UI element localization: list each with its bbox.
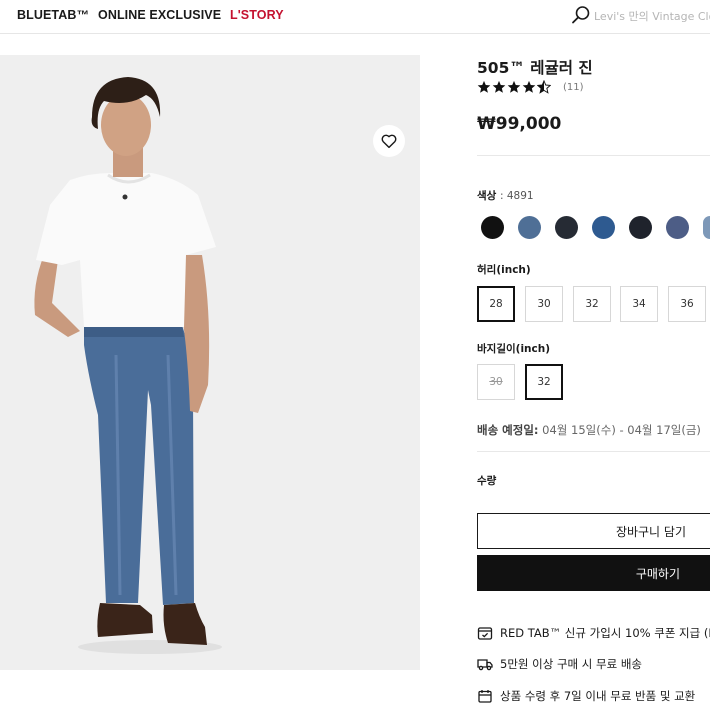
benefit-item: 상품 수령 후 7일 이내 무료 반품 및 교환 (477, 687, 695, 705)
star-icon (477, 80, 491, 93)
quantity-label: 수량 (477, 475, 497, 487)
wishlist-button[interactable] (373, 125, 405, 157)
waist-option-28[interactable]: 28 (477, 286, 515, 322)
color-swatch[interactable] (666, 216, 689, 239)
color-swatch[interactable] (555, 216, 578, 239)
star-icon (507, 80, 521, 93)
waist-option-36[interactable]: 36 (668, 286, 706, 322)
delivery-dates: 04월 15일(수) - 04월 17일(금) (542, 423, 701, 437)
color-swatch[interactable] (481, 216, 504, 239)
truck-icon (477, 659, 493, 671)
color-swatch[interactable] (592, 216, 615, 239)
waist-option-30[interactable]: 30 (525, 286, 563, 322)
waist-option-32[interactable]: 32 (573, 286, 611, 322)
delivery-estimate: 배송 예정일: 04월 15일(수) - 04월 17일(금) (477, 422, 701, 438)
calendar-icon (478, 690, 492, 703)
color-swatch[interactable] (518, 216, 541, 239)
divider (477, 155, 710, 156)
color-swatch[interactable] (629, 216, 652, 239)
heart-icon (381, 134, 397, 149)
star-icon (492, 80, 506, 93)
nav-online-exclusive[interactable]: ONLINE EXCLUSIVE (98, 8, 221, 22)
waist-label: 허리(inch) (477, 264, 531, 276)
color-value: : 4891 (499, 190, 534, 202)
search-icon[interactable] (571, 5, 591, 25)
length-option-32[interactable]: 32 (525, 364, 563, 400)
star-icon (522, 80, 536, 93)
color-swatch[interactable] (703, 216, 710, 239)
buy-now-button[interactable]: 구매하기 (477, 555, 710, 591)
model-photo (0, 55, 420, 670)
divider (477, 451, 710, 452)
review-count[interactable]: (11) (563, 82, 584, 93)
color-label-text: 색상 (477, 190, 497, 202)
search-input[interactable] (594, 6, 710, 26)
product-title: 505™ 레귤러 진 (477, 59, 593, 77)
delivery-label: 배송 예정일: (477, 423, 539, 437)
product-price: ₩99,000 (477, 114, 562, 134)
color-label: 색상 : 4891 (477, 188, 534, 203)
rating[interactable]: (11) (477, 79, 584, 95)
add-to-cart-button[interactable]: 장바구니 담기 (477, 513, 710, 549)
length-option-30[interactable]: 30 (477, 364, 515, 400)
product-image (0, 55, 420, 670)
nav-lstory[interactable]: L'STORY (230, 8, 284, 22)
length-label: 바지길이(inch) (477, 343, 551, 355)
benefit-item: RED TAB™ 신규 가입시 10% 쿠폰 지급 (LV) (477, 624, 710, 642)
nav-bluetab[interactable]: BLUETAB™ (17, 8, 89, 22)
benefit-item: 5만원 이상 구매 시 무료 배송 (477, 655, 642, 673)
coupon-icon (477, 627, 493, 640)
top-nav: BLUETAB™ ONLINE EXCLUSIVE L'STORY (0, 0, 710, 34)
star-half-icon (537, 80, 551, 94)
waist-option-34[interactable]: 34 (620, 286, 658, 322)
